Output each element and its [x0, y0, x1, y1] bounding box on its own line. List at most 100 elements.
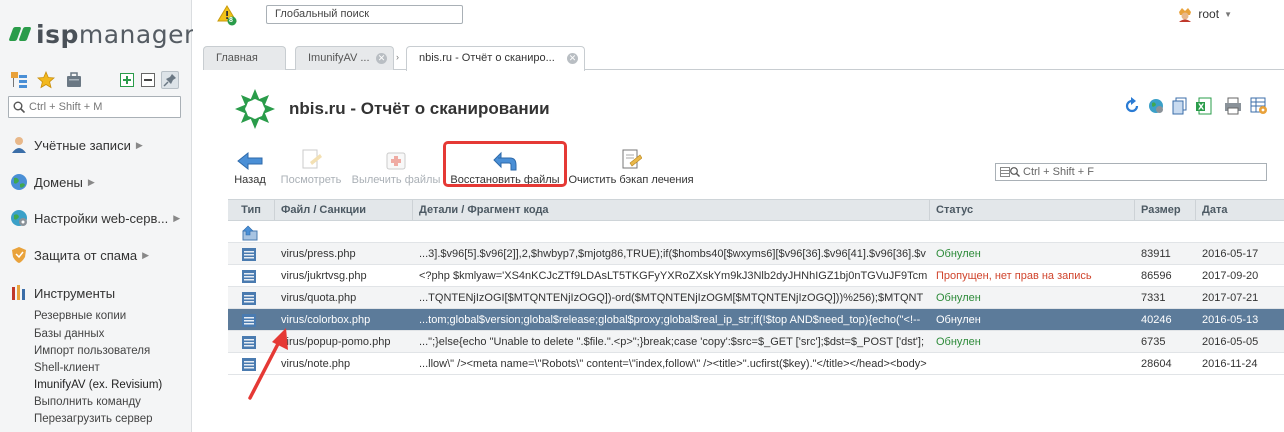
cell-file: virus/jukrtvsg.php: [281, 270, 367, 282]
view-document-icon: [302, 149, 322, 169]
table-settings-icon[interactable]: [1250, 97, 1267, 115]
sidebar-section-spam[interactable]: Защита от спама ▶: [10, 245, 149, 265]
chevron-down-icon: ▼: [1224, 9, 1232, 19]
sidebar-item-shell[interactable]: Shell-клиент: [34, 362, 100, 374]
up-directory-icon: [241, 225, 259, 244]
file-type-icon: [241, 247, 257, 265]
briefcase-icon[interactable]: [65, 71, 83, 89]
file-type-icon: [241, 291, 257, 309]
table-row[interactable]: virus/jukrtvsg.php <?php $kmlyaw='XS4nKCJ…: [228, 265, 1284, 287]
print-icon[interactable]: [1224, 97, 1241, 115]
global-search-input[interactable]: Глобальный поиск: [266, 5, 463, 24]
cell-details: <?php $kmlyaw='XS4nKCJcZTf9LDAsLT5TKGFyY…: [419, 270, 928, 282]
table-filter-input[interactable]: Ctrl + Shift + F: [995, 163, 1267, 181]
favorites-star-icon[interactable]: [37, 70, 55, 89]
table-row[interactable]: virus/colorbox.php ...tom;global$version;…: [228, 309, 1284, 331]
table-row[interactable]: virus/popup-pomo.php ...";}else{echo "Una…: [228, 331, 1284, 353]
web-globe-icon: [10, 209, 28, 227]
cell-date: 2016-05-05: [1202, 336, 1259, 348]
clear-backup-button[interactable]: Очистить бэкап лечения: [568, 146, 694, 186]
sidebar-item-imunifyav[interactable]: ImunifyAV (ex. Revisium): [34, 379, 162, 391]
cell-status: Обнулен: [936, 248, 981, 260]
sidebar-item-backups[interactable]: Резервные копии: [34, 310, 126, 322]
sidebar-item-run-command[interactable]: Выполнить команду: [34, 396, 141, 408]
clear-backup-icon: [622, 149, 642, 169]
cell-file: virus/note.php: [281, 358, 351, 370]
sidebar-section-web-settings[interactable]: Настройки web-серв... ▶: [10, 208, 180, 228]
pointer-arrow-annotation: [246, 326, 294, 405]
svg-text:X: X: [1198, 103, 1205, 112]
sidebar-section-label: Учётные записи: [34, 137, 131, 153]
cell-details: ...tom;global$version;global$release;glo…: [419, 314, 921, 326]
cell-date: 2016-11-24: [1202, 358, 1258, 370]
cell-status: [930, 353, 1135, 374]
cell-date: 2017-09-20: [1202, 270, 1259, 282]
sidebar-section-label: Инструменты: [34, 285, 116, 301]
highlight-annotation-box: [443, 141, 567, 187]
cell-details: ...TQNTENjIzOGI[$MTQNTENjIzOGQ])-ord($MT…: [419, 292, 924, 304]
table-row[interactable]: virus/note.php ...llow\" /><meta name=\"R…: [228, 353, 1284, 375]
username: root: [1198, 7, 1220, 21]
column-header-status[interactable]: Статус: [930, 200, 1135, 220]
sidebar-search-input[interactable]: Ctrl + Shift + M: [8, 96, 181, 118]
expand-all-icon[interactable]: [120, 71, 138, 89]
cell-size: 83911: [1141, 248, 1171, 260]
view-button[interactable]: Посмотреть: [280, 146, 342, 186]
cell-details: ...llow\" /><meta name=\"Robots\" conten…: [419, 358, 927, 370]
close-tab-icon[interactable]: ✕: [376, 53, 387, 64]
sidebar-section-label: Домены: [34, 174, 83, 190]
cure-files-button[interactable]: Вылечить файлы: [351, 146, 441, 186]
app-logo[interactable]: ispmanager: [8, 18, 195, 50]
cell-date: 2016-05-17: [1202, 248, 1259, 260]
search-icon: [13, 101, 25, 113]
cell-size: 86596: [1141, 270, 1172, 282]
cure-files-label: Вылечить файлы: [351, 174, 441, 186]
web-settings-icon[interactable]: [1148, 97, 1164, 115]
collapse-all-icon[interactable]: [141, 71, 159, 89]
back-button[interactable]: Назад: [232, 146, 268, 186]
first-aid-icon: [386, 152, 406, 170]
table-row[interactable]: virus/quota.php ...TQNTENjIzOGI[$MTQNTENj…: [228, 287, 1284, 309]
sidebar-section-accounts[interactable]: Учётные записи ▶: [10, 135, 143, 155]
sidebar-section-tools[interactable]: Инструменты: [10, 283, 115, 303]
sidebar-toolbar: [10, 70, 182, 90]
cell-size: 40246: [1141, 314, 1172, 326]
logo-mark-icon: [8, 27, 32, 41]
file-type-icon: [241, 269, 257, 287]
copy-icon[interactable]: [1172, 97, 1188, 115]
column-header-size[interactable]: Размер: [1135, 200, 1196, 220]
column-header-date[interactable]: Дата: [1196, 200, 1284, 220]
notifications-icon[interactable]: 8: [217, 4, 239, 29]
column-header-file[interactable]: Файл / Санкции: [275, 200, 413, 220]
excel-export-icon[interactable]: X: [1196, 97, 1212, 115]
table-row[interactable]: virus/press.php ...3].$v96[5].$v96[2]],2,…: [228, 243, 1284, 265]
shield-icon: [10, 246, 28, 264]
pin-icon[interactable]: [161, 71, 179, 89]
cell-date: 2016-05-13: [1202, 314, 1259, 326]
cell-size: 6735: [1141, 336, 1166, 348]
column-header-type[interactable]: Тип: [228, 200, 275, 220]
cell-status: Пропущен, нет прав на запись: [936, 270, 1092, 282]
tab-label: ImunifyAV ...: [308, 52, 370, 64]
tab-imunifyav[interactable]: ImunifyAV ... ✕: [295, 46, 394, 70]
tab-home[interactable]: Главная: [203, 46, 286, 70]
column-header-details[interactable]: Детали / Фрагмент кода: [413, 200, 930, 220]
sidebar-item-import-user[interactable]: Импорт пользователя: [34, 345, 150, 357]
notification-count: 8: [229, 17, 233, 24]
tab-scan-report[interactable]: nbis.ru - Отчёт о сканиро... ✕: [406, 46, 585, 71]
sidebar-item-databases[interactable]: Базы данных: [34, 328, 104, 340]
close-tab-icon[interactable]: ✕: [567, 53, 578, 64]
tree-view-icon[interactable]: [10, 71, 28, 89]
back-label: Назад: [234, 174, 266, 186]
cell-date: 2017-07-21: [1202, 292, 1259, 304]
refresh-icon[interactable]: [1124, 97, 1140, 115]
user-menu[interactable]: root ▼: [1177, 6, 1232, 22]
scan-report-table: Тип Файл / Санкции Детали / Фрагмент код…: [228, 199, 1284, 375]
sidebar-search-placeholder: Ctrl + Shift + M: [29, 101, 103, 113]
imunify-logo-icon: [233, 87, 277, 134]
sidebar-section-label: Защита от спама: [34, 247, 138, 263]
sidebar-section-domains[interactable]: Домены ▶: [10, 172, 95, 192]
cell-details: ...";}else{echo "Unable to delete ".$fil…: [419, 336, 924, 348]
sidebar-item-reboot[interactable]: Перезагрузить сервер: [34, 413, 153, 425]
parent-directory-row[interactable]: [228, 221, 1284, 243]
